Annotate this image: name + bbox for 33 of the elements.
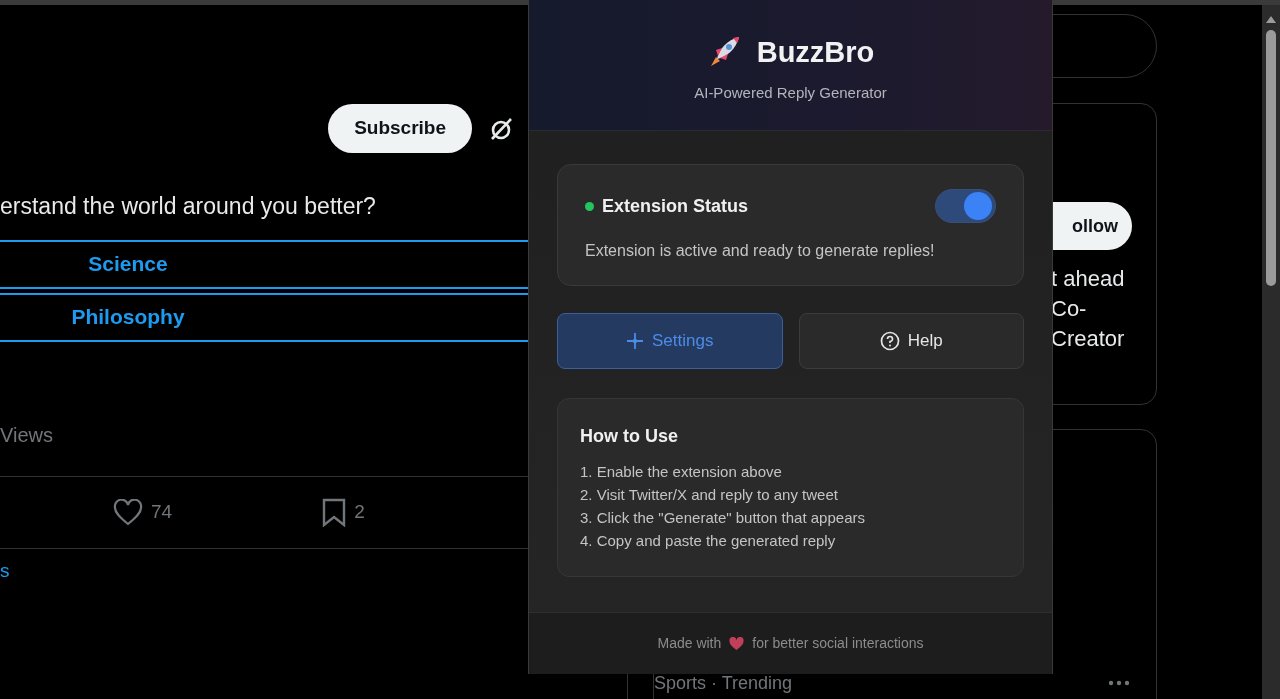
views-label: Views bbox=[0, 422, 54, 448]
app-title: BuzzBro bbox=[756, 34, 875, 70]
app-subtitle: AI-Powered Reply Generator bbox=[694, 83, 887, 103]
status-message: Extension is active and ready to generate replies! bbox=[585, 241, 936, 261]
instruction-step: 2. Visit Twitter/X and reply to any tweet bbox=[580, 483, 1001, 506]
instruction-step: 4. Copy and paste the generated reply bbox=[580, 529, 1001, 552]
like-count: 74 bbox=[151, 499, 173, 524]
poll-option[interactable]: Science bbox=[0, 239, 528, 289]
instruction-step: 3. Click the "Generate" button that appears bbox=[580, 506, 1001, 529]
help-icon bbox=[879, 331, 900, 351]
extension-toggle[interactable] bbox=[935, 189, 996, 223]
post-text: erstand the world around you better? bbox=[0, 192, 377, 221]
instructions-title: How to Use bbox=[580, 425, 679, 448]
heart-icon[interactable] bbox=[113, 498, 143, 526]
sidebar-text: Co- bbox=[1051, 295, 1088, 323]
poll-option[interactable]: Philosophy bbox=[0, 292, 528, 342]
sparkle-icon bbox=[626, 332, 645, 350]
sidebar-text: Creator bbox=[1051, 325, 1126, 353]
footer-text: Made with bbox=[657, 634, 722, 653]
more-icon[interactable] bbox=[1108, 680, 1130, 686]
help-button[interactable]: Help bbox=[798, 313, 1024, 369]
footer-text: for better social interactions bbox=[752, 634, 924, 653]
status-dot bbox=[585, 201, 594, 211]
scroll-up-icon[interactable] bbox=[1265, 15, 1277, 24]
bookmark-count: 2 bbox=[354, 499, 365, 524]
bookmark-icon[interactable] bbox=[322, 497, 347, 527]
scrollbar-thumb[interactable] bbox=[1266, 30, 1276, 286]
link-text[interactable]: s bbox=[0, 556, 528, 585]
trend-label: Sports · Trending bbox=[654, 673, 793, 693]
subscribe-button[interactable]: Subscribe bbox=[328, 104, 472, 153]
heart-icon bbox=[729, 636, 745, 651]
status-title: Extension Status bbox=[602, 194, 749, 218]
instruction-step: 1. Enable the extension above bbox=[580, 460, 1001, 483]
